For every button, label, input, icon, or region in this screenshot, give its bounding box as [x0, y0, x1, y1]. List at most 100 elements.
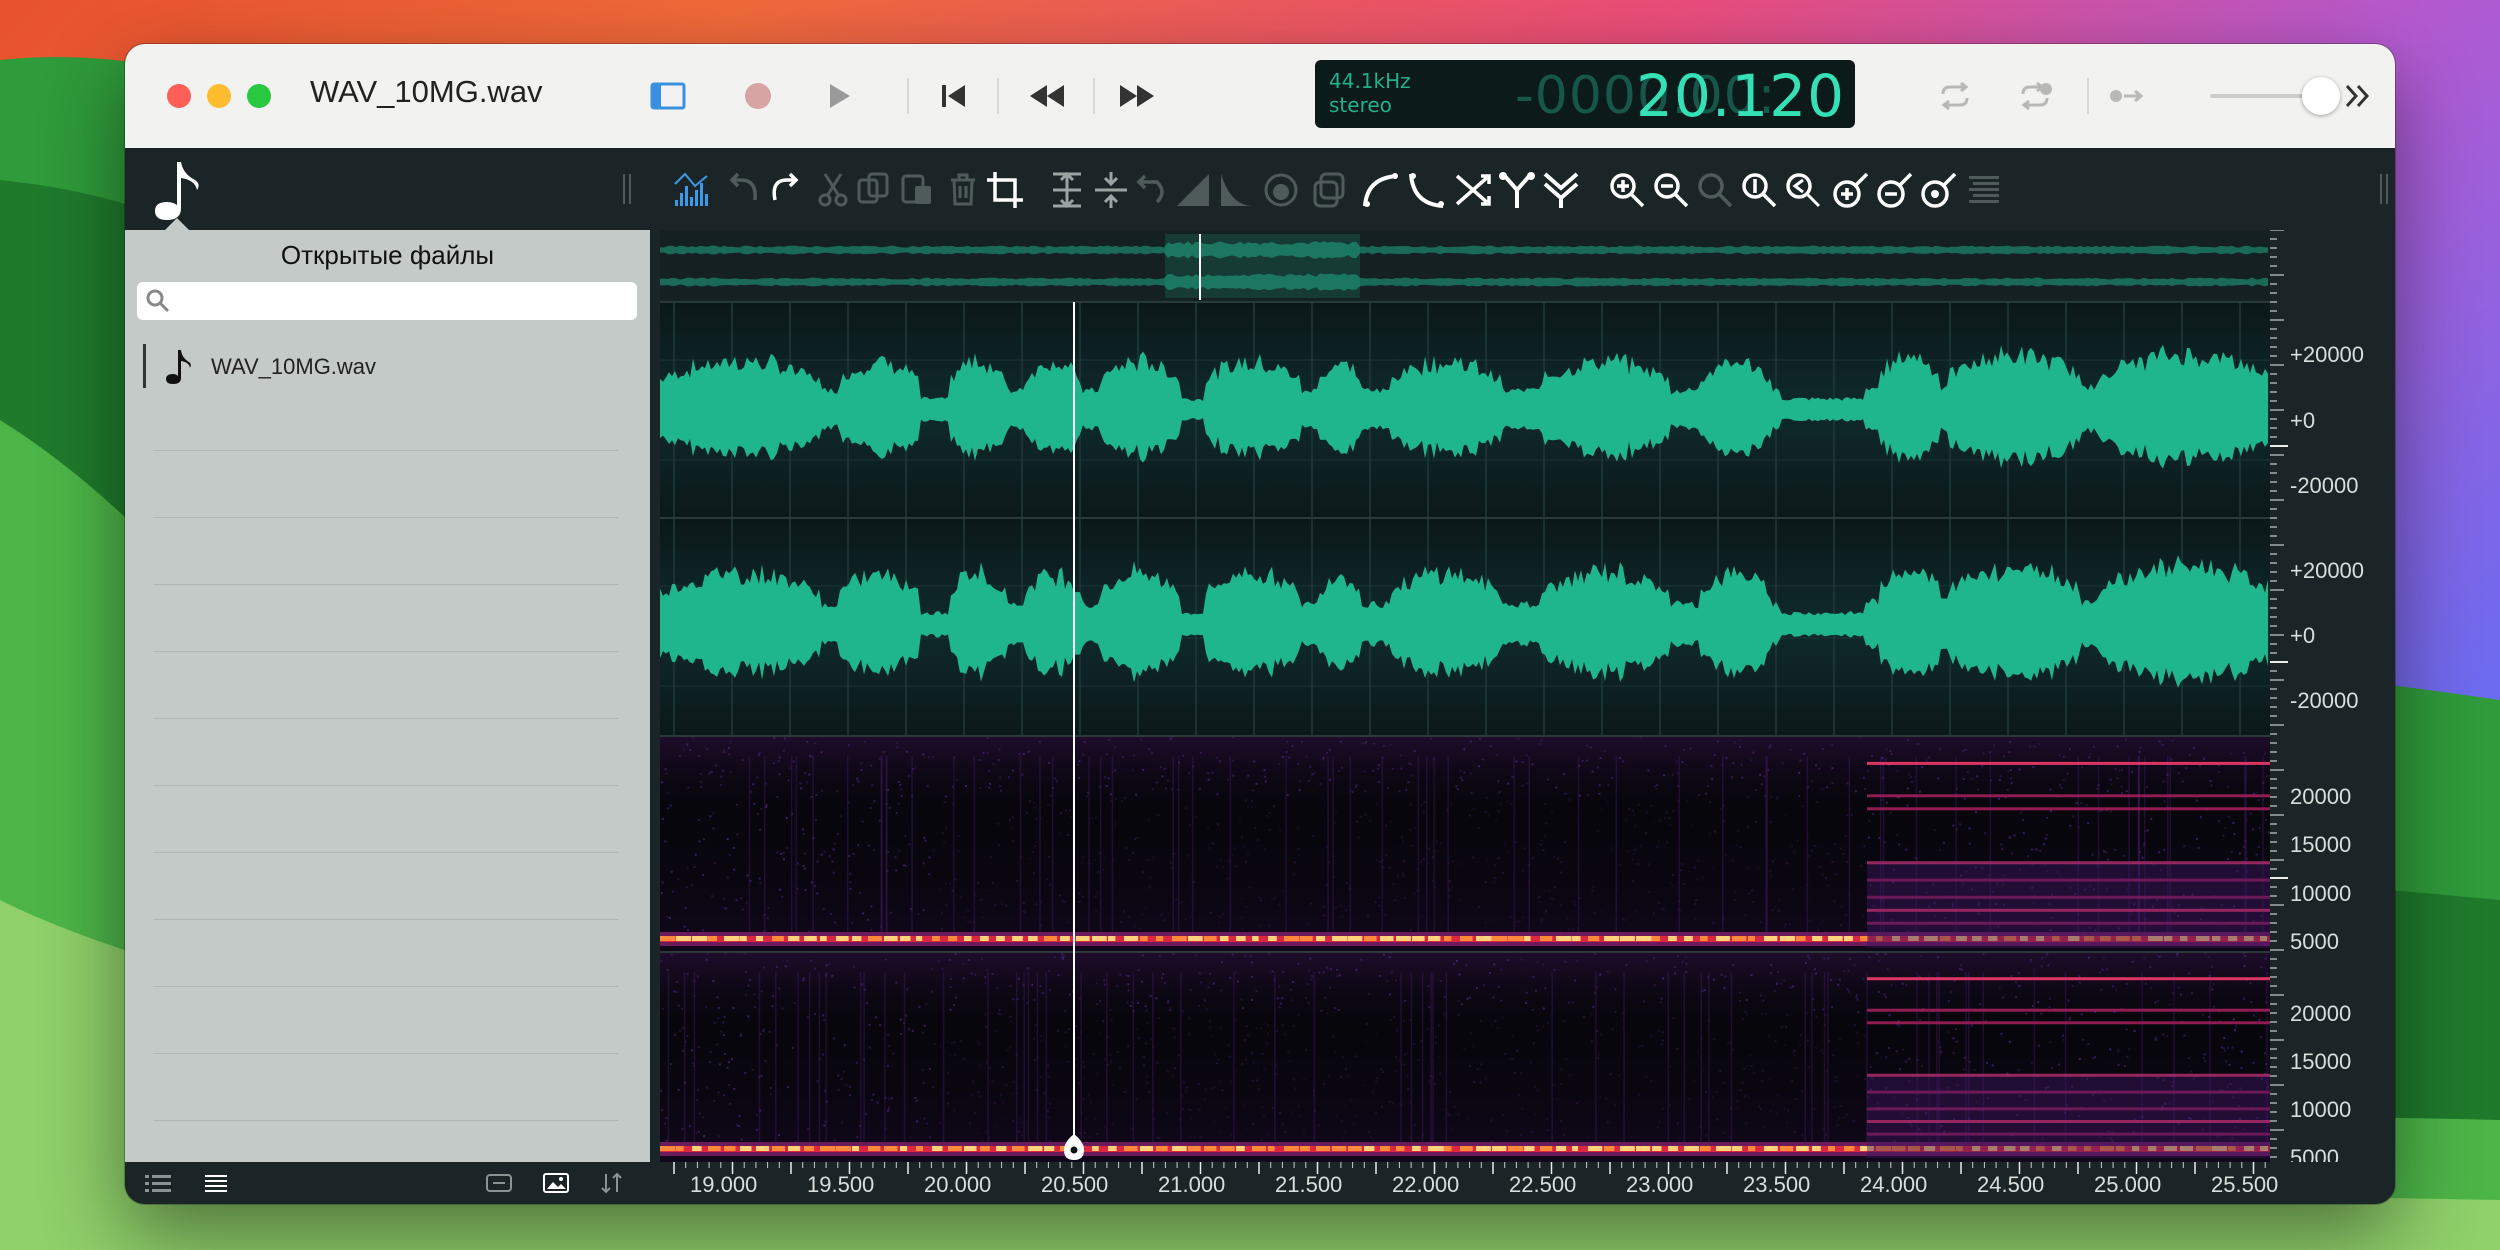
close-window-button[interactable]	[167, 84, 191, 108]
ruler-label: +20000	[2290, 342, 2365, 367]
fade-in-icon[interactable]	[1177, 174, 1209, 206]
sidebar-toggle-button[interactable]	[645, 74, 691, 118]
sidebar-icon	[650, 82, 686, 110]
toolbar-icon-strip	[623, 171, 2388, 209]
time-tick-label: 21.500	[1275, 1172, 1343, 1197]
cut-icon[interactable]	[818, 173, 848, 207]
ruler-label: 20000	[2290, 1001, 2352, 1026]
zoom-back-icon[interactable]	[1786, 173, 1821, 208]
loop-icon	[1941, 82, 1969, 110]
crop-icon[interactable]	[987, 172, 1023, 208]
time-tick-label: 21.000	[1158, 1172, 1226, 1197]
open-files-panel: Открытые файлы WAV_10MG.wav	[125, 230, 650, 1162]
play-icon	[830, 84, 850, 108]
zoom-in-icon[interactable]	[1610, 173, 1645, 208]
open-files-title: Открытые файлы	[280, 240, 495, 270]
curve-down-icon[interactable]	[1409, 173, 1444, 208]
expand-icon[interactable]	[1053, 171, 1081, 209]
double-chevron-icon	[2345, 84, 2370, 108]
compact-list-icon[interactable]	[203, 1173, 229, 1193]
sidebar-footer	[125, 1162, 650, 1204]
play-button[interactable]	[817, 74, 863, 118]
ruler-label: -20000	[2290, 688, 2359, 713]
rewind-button[interactable]	[1019, 74, 1075, 118]
file-name: WAV_10MG.wav	[211, 354, 377, 379]
gain-reset-icon[interactable]	[1921, 172, 1957, 208]
time-tick-label: 23.500	[1743, 1172, 1811, 1197]
waveform-view-icon[interactable]	[485, 1173, 513, 1193]
sample-rate: 44.1kHz	[1329, 69, 1411, 93]
ruler-label: +0	[2290, 623, 2316, 648]
time-tick-label: 20.500	[1041, 1172, 1109, 1197]
current-time: 20.120	[1636, 62, 1845, 128]
channel-mode: stereo	[1329, 93, 1392, 117]
amplitude-frequency-ruler: +20000 +0 -20000 +20000 +0 -20000 20000 …	[2270, 230, 2395, 1170]
toolbar-overflow-button[interactable]	[2337, 74, 2377, 118]
ruler-label: 10000	[2290, 881, 2352, 906]
ruler-label: 15000	[2290, 832, 2352, 857]
sort-icon[interactable]	[599, 1172, 625, 1194]
duplicate-icon[interactable]	[1313, 172, 1345, 208]
image-view-icon[interactable]	[542, 1172, 570, 1194]
zoom-fit-icon[interactable]	[1698, 173, 1733, 208]
paste-icon[interactable]	[901, 174, 931, 204]
time-tick-label: 25.500	[2211, 1172, 2279, 1197]
fade-out-icon[interactable]	[1221, 174, 1253, 206]
zoom-selection-icon[interactable]	[1742, 173, 1777, 208]
time-display: 44.1kHz stereo -0000:00: 20.120	[1315, 60, 1855, 128]
zoom-window-button[interactable]	[247, 84, 271, 108]
undo-icon[interactable]	[729, 172, 757, 201]
window-title: WAV_10MG.wav	[310, 74, 543, 109]
normalize-icon[interactable]	[1264, 173, 1298, 207]
file-search-field[interactable]	[137, 282, 637, 320]
audio-file-icon	[166, 350, 191, 384]
overview-strip[interactable]	[660, 230, 2270, 302]
app-window: WAV_10MG.wav i 44.1kHz stereo	[125, 44, 2395, 1204]
audio-visualization[interactable]	[660, 230, 2272, 1162]
record-button[interactable]	[735, 74, 781, 118]
list-view-icon[interactable]	[145, 1173, 171, 1193]
swap-channels-icon[interactable]	[1455, 174, 1491, 206]
loop-button[interactable]	[1933, 74, 1977, 118]
record-icon	[745, 83, 771, 109]
time-tick-label: 22.500	[1509, 1172, 1577, 1197]
gain-down-icon[interactable]	[1877, 172, 1913, 208]
zoom-out-icon[interactable]	[1654, 173, 1689, 208]
fast-forward-button[interactable]	[1109, 74, 1165, 118]
volume-slider-knob[interactable]	[2302, 77, 2340, 115]
minimize-window-button[interactable]	[207, 84, 231, 108]
delete-icon[interactable]	[951, 173, 975, 206]
mix-channels-icon[interactable]	[1499, 172, 1535, 208]
collapse-icon[interactable]	[1095, 172, 1127, 208]
loop-plus-icon	[2021, 81, 2052, 111]
levels-icon[interactable]	[1969, 176, 1999, 203]
ruler-label: 15000	[2290, 1049, 2352, 1074]
copy-icon[interactable]	[857, 172, 889, 204]
redo-icon[interactable]	[772, 172, 799, 201]
ruler-label: 20000	[2290, 784, 2352, 809]
ruler-label: -20000	[2290, 473, 2359, 498]
spectrum-icon[interactable]	[674, 172, 708, 206]
edit-toolbar	[125, 148, 2395, 230]
ruler-label: 10000	[2290, 1097, 2352, 1122]
time-tick-label: 19.500	[807, 1172, 875, 1197]
reverse-icon[interactable]	[1136, 174, 1164, 204]
curve-up-icon[interactable]	[1363, 173, 1398, 207]
gain-up-icon[interactable]	[1833, 172, 1869, 208]
editor-canvas[interactable]	[660, 230, 2272, 1162]
search-icon	[146, 289, 170, 313]
file-list-item[interactable]: WAV_10MG.wav	[143, 342, 618, 392]
skip-start-icon	[942, 85, 965, 107]
title-bar: WAV_10MG.wav i 44.1kHz stereo	[125, 44, 2395, 149]
time-tick-label: 25.000	[2094, 1172, 2162, 1197]
time-tick-label: 24.000	[1860, 1172, 1928, 1197]
time-ruler[interactable]: 19.000 19.500 20.000 20.500 21.000 21.50…	[660, 1162, 2395, 1204]
loop-selection-button[interactable]	[2013, 74, 2057, 118]
search-input[interactable]	[175, 286, 629, 316]
time-tick-label: 19.000	[690, 1172, 758, 1197]
skip-to-start-button[interactable]	[930, 74, 976, 118]
merge-channels-icon[interactable]	[1543, 172, 1579, 208]
playhead-follow-button[interactable]	[2105, 74, 2149, 118]
fast-forward-icon	[1120, 85, 1154, 107]
ruler-label: 5000	[2290, 929, 2339, 954]
